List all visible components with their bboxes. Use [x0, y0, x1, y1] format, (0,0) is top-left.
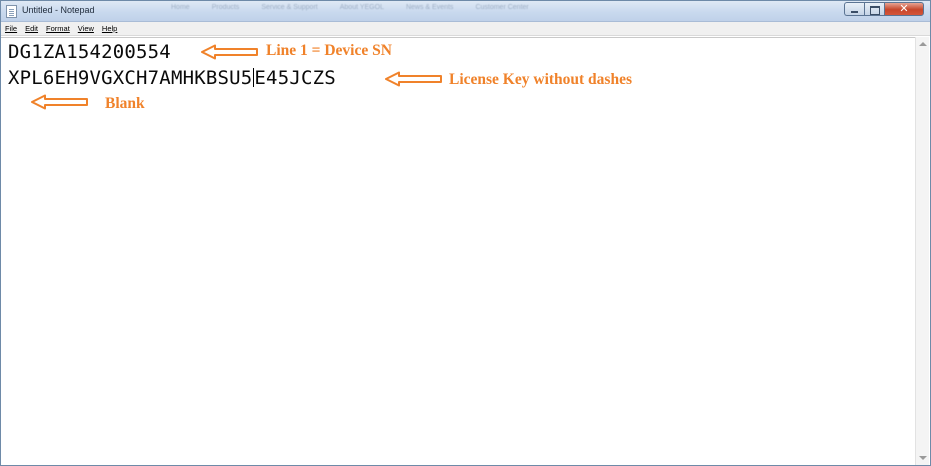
- ghost-nav-item: Home: [171, 4, 190, 11]
- notepad-window: Untitled - Notepad Home Products Service…: [0, 0, 931, 466]
- left-arrow-icon: [31, 94, 88, 110]
- title-bar[interactable]: Untitled - Notepad Home Products Service…: [1, 1, 930, 22]
- ghost-nav-item: About YEGOL: [339, 4, 384, 11]
- scroll-up-icon[interactable]: [919, 42, 927, 46]
- license-key-text-end: E45JCZS: [254, 67, 336, 89]
- close-icon: ✕: [899, 2, 909, 15]
- annotation-license-key: License Key without dashes: [449, 71, 632, 88]
- background-site-nav: Home Products Service & Support About YE…: [171, 4, 529, 16]
- ghost-nav-item: Products: [211, 4, 240, 11]
- maximize-button[interactable]: [864, 2, 884, 16]
- caption-buttons: ✕: [844, 2, 924, 16]
- editor-line-2[interactable]: XPL6EH9VGXCH7AMHKBSU5 E45JCZS: [8, 67, 336, 89]
- ghost-nav-item: Service & Support: [261, 4, 318, 11]
- menu-help[interactable]: Help: [102, 24, 117, 33]
- annotation-device-sn: Line 1 = Device SN: [266, 42, 392, 59]
- editor-line-1[interactable]: DG1ZA154200554: [8, 41, 171, 63]
- license-key-text-start: XPL6EH9VGXCH7AMHKBSU5: [8, 67, 253, 89]
- scroll-down-icon[interactable]: [919, 456, 927, 460]
- notepad-icon[interactable]: [6, 5, 17, 18]
- close-button[interactable]: ✕: [884, 2, 924, 16]
- menu-format[interactable]: Format: [46, 24, 70, 33]
- ghost-nav-item: News & Events: [405, 4, 454, 11]
- menu-view[interactable]: View: [78, 24, 94, 33]
- window-title: Untitled - Notepad: [22, 5, 95, 15]
- text-editor[interactable]: DG1ZA154200554 XPL6EH9VGXCH7AMHKBSU5 E45J…: [1, 37, 915, 465]
- menu-bar: File Edit Format View Help: [1, 22, 930, 36]
- vertical-scrollbar[interactable]: [915, 37, 929, 465]
- ghost-nav-item: Customer Center: [475, 4, 529, 11]
- left-arrow-icon: [201, 44, 258, 60]
- menu-edit[interactable]: Edit: [25, 24, 38, 33]
- left-arrow-icon: [385, 71, 442, 87]
- device-sn-text: DG1ZA154200554: [8, 41, 171, 63]
- menu-file[interactable]: File: [5, 24, 17, 33]
- annotation-blank: Blank: [105, 95, 145, 112]
- minimize-button[interactable]: [844, 2, 864, 16]
